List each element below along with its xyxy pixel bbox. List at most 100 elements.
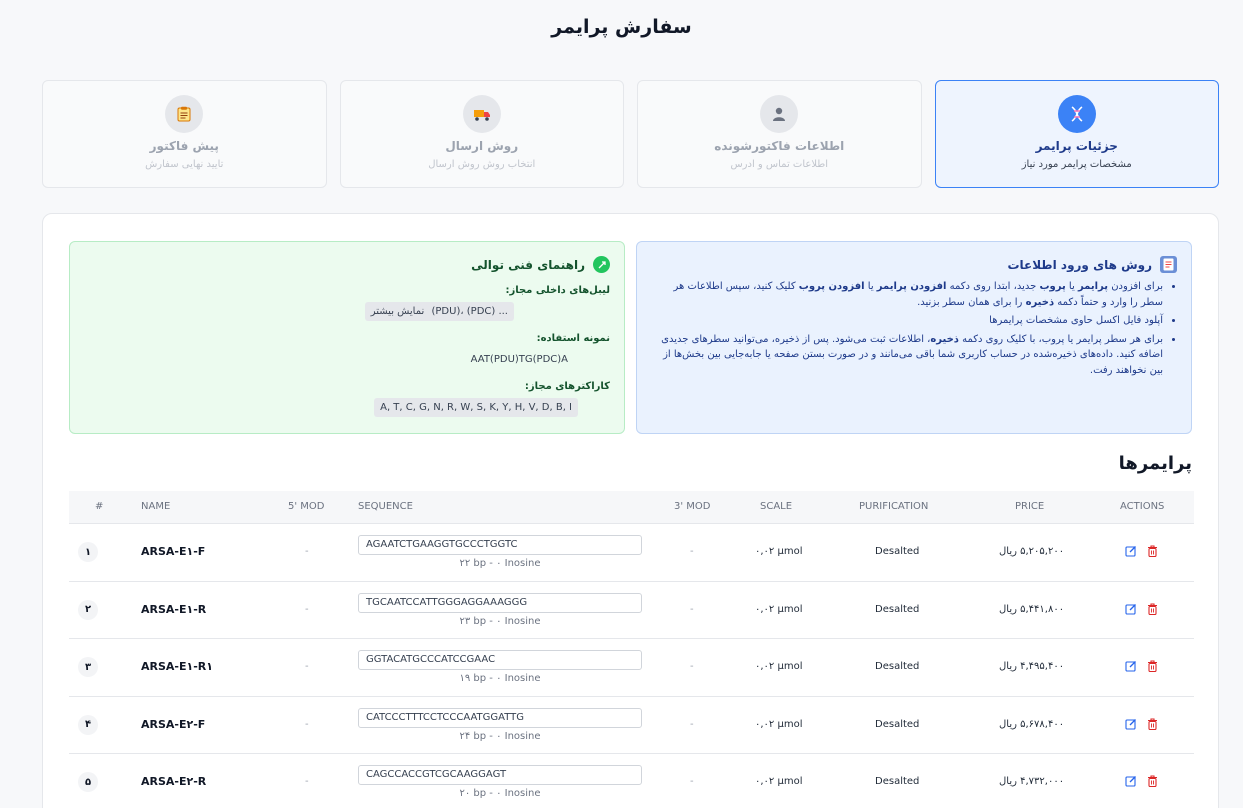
mod3-value: - [690,661,694,672]
price-value: ۴,۴۹۵,۴۰۰ ریال [999,661,1065,672]
page-title: سفارش پرایمر [551,16,692,38]
sequence-input[interactable]: CATCCCTTTCCTCCCAATGGATTG [358,707,642,728]
scale-value: ۰,۰۲ µmol [755,661,803,672]
col-scale: SCALE [760,501,793,512]
col-name: NAME [141,501,171,512]
table-header: # NAME 5' MOD SEQUENCE 3' MOD SCALE PURI… [69,491,1194,523]
step-subtitle: انتخاب روش روش ارسال [428,159,536,170]
sequence-meta: ۲۰ bp - ۰ Inosine [459,788,541,799]
sequence-input[interactable]: CAGCCACCGTCGCAAGGAGT [358,765,642,785]
user-icon [760,95,799,133]
sequence-input[interactable]: GGTACATGCCCATCCGAAC [358,650,642,670]
scale-value: ۰,۰۲ µmol [755,603,803,615]
input-methods-box: روش های ورود اطلاعات برای افزودن پرایمر … [636,241,1192,434]
price-value: ۵,۶۷۸,۴۰۰ ریال [999,718,1065,730]
col-5mod: 5' MOD [288,501,325,512]
dna-icon [1057,95,1096,133]
col-sequence: SEQUENCE [358,501,413,512]
mod3-value: - [690,718,694,730]
input-methods-list: برای افزودن پرایمر یا پروب جدید، ابتدا ر… [651,279,1177,378]
truck-icon [462,95,501,133]
edit-icon[interactable] [1125,718,1137,730]
primer-name: ARSA-E۱-R۱ [141,660,213,673]
scale-value: ۰,۰۲ µmol [755,546,803,557]
guide-icon [593,256,610,273]
purification-value: Desalted [875,776,920,787]
sequence-input[interactable]: AGAATCTGAAGGTGCCCTGGTC [358,535,642,555]
col-purification: PURIFICATION [859,501,929,512]
primers-section-title: پرایمرها [1118,453,1192,474]
step-title: روش ارسال [445,139,519,153]
delete-icon[interactable] [1146,775,1158,787]
step-billing-info[interactable]: اطلاعات فاکتورشونده اطلاعات تماس و ادرس [637,80,922,188]
sequence-guide-title: راهنمای فنی توالی [471,257,585,272]
list-item: برای افزودن پرایمر یا پروب جدید، ابتدا ر… [651,279,1163,310]
mod3-value: - [690,603,694,615]
step-title: اطلاعات فاکتورشونده [714,139,845,153]
allowed-labels-chip: (PDU)، (PDC) ... نمایش بیشتر [364,302,514,321]
primer-name: ARSA-E۱-F [141,545,206,558]
sequence-meta: ۱۹ bp - ۰ Inosine [459,673,541,684]
step-invoice[interactable]: پیش فاکتور تایید نهایی سفارش [42,80,327,188]
col-index: # [95,501,104,512]
table-row: ۳ ARSA-E۱-R۱ - GGTACATGCCCATCCGAAC ۱۹ bp… [69,638,1194,696]
scale-value: ۰,۰۲ µmol [755,718,803,730]
purification-value: Desalted [875,603,920,615]
step-title: جزئیات پرایمر [1035,139,1118,153]
allowed-labels-title: لیبل‌های داخلی مجاز: [505,285,610,296]
example-title: نمونه استفاده: [536,333,610,344]
purification-value: Desalted [875,546,920,557]
clipboard-icon [165,95,204,133]
show-more-link[interactable]: نمایش بیشتر [371,306,425,317]
sequence-input[interactable]: TGCAATCCATTGGGAGGAAAGGG [358,592,642,613]
edit-icon[interactable] [1125,545,1137,557]
sequence-guide-box: راهنمای فنی توالی لیبل‌های داخلی مجاز: (… [69,241,625,434]
sequence-meta: ۲۳ bp - ۰ Inosine [459,615,541,627]
document-icon [1160,256,1177,273]
delete-icon[interactable] [1146,602,1158,615]
delete-icon[interactable] [1146,717,1158,730]
delete-icon[interactable] [1146,660,1158,672]
row-index: ۴ [78,714,98,735]
delete-icon[interactable] [1146,545,1158,557]
scale-value: ۰,۰۲ µmol [755,776,803,787]
allowed-labels-value: (PDU)، (PDC) ... [431,306,509,317]
primer-name: ARSA-E۲-R [141,775,207,788]
list-item: برای هر سطر پرایمر یا پروب، با کلیک روی … [651,332,1163,379]
table-row: ۴ ARSA-E۲-F - CATCCCTTTCCTCCCAATGGATTG ۲… [69,695,1194,754]
col-3mod: 3' MOD [674,501,711,512]
mod5-value: - [305,546,309,557]
purification-value: Desalted [875,718,920,730]
step-subtitle: مشخصات پرایمر مورد نیاز [1021,159,1132,170]
edit-icon[interactable] [1125,603,1137,615]
primer-name: ARSA-E۱-R [141,602,207,616]
purification-value: Desalted [875,661,920,672]
row-index: ۲ [78,599,98,620]
edit-icon[interactable] [1125,660,1137,672]
table-row: ۵ ARSA-E۲-R - CAGCCACCGTCGCAAGGAGT ۲۰ bp… [69,753,1194,808]
example-value: AAT(PDU)TG(PDC)A [470,354,568,365]
input-methods-title: روش های ورود اطلاعات [1007,257,1152,272]
price-value: ۵,۴۴۱,۸۰۰ ریال [999,603,1065,615]
row-index: ۳ [78,657,98,677]
price-value: ۴,۷۳۲,۰۰۰ ریال [999,776,1065,787]
row-index: ۵ [78,772,98,792]
mod5-value: - [305,603,309,615]
mod5-value: - [305,776,309,787]
step-shipping[interactable]: روش ارسال انتخاب روش روش ارسال [339,80,624,188]
step-primer-details[interactable]: جزئیات پرایمر مشخصات پرایمر مورد نیاز [934,80,1219,188]
allowed-chars-title: کاراکترهای مجاز: [524,381,610,392]
order-panel: روش های ورود اطلاعات برای افزودن پرایمر … [42,213,1219,808]
edit-icon[interactable] [1125,775,1137,787]
mod3-value: - [690,546,694,557]
primers-table: # NAME 5' MOD SEQUENCE 3' MOD SCALE PURI… [69,491,1194,808]
allowed-chars-value: A, T, C, G, N, R, W, S, K, Y, H, V, D, B… [380,402,572,413]
price-value: ۵,۲۰۵,۲۰۰ ریال [999,546,1065,557]
list-item: آپلود فایل اکسل حاوی مشخصات پرایمرها [651,313,1163,329]
step-subtitle: تایید نهایی سفارش [145,159,224,170]
table-row: ۱ ARSA-E۱-F - AGAATCTGAAGGTGCCCTGGTC ۲۲ … [69,523,1194,581]
stepper: جزئیات پرایمر مشخصات پرایمر مورد نیاز اط… [42,80,1219,188]
row-index: ۱ [78,542,98,562]
mod5-value: - [305,661,309,672]
allowed-chars-chip: A, T, C, G, N, R, W, S, K, Y, H, V, D, B… [374,398,578,417]
